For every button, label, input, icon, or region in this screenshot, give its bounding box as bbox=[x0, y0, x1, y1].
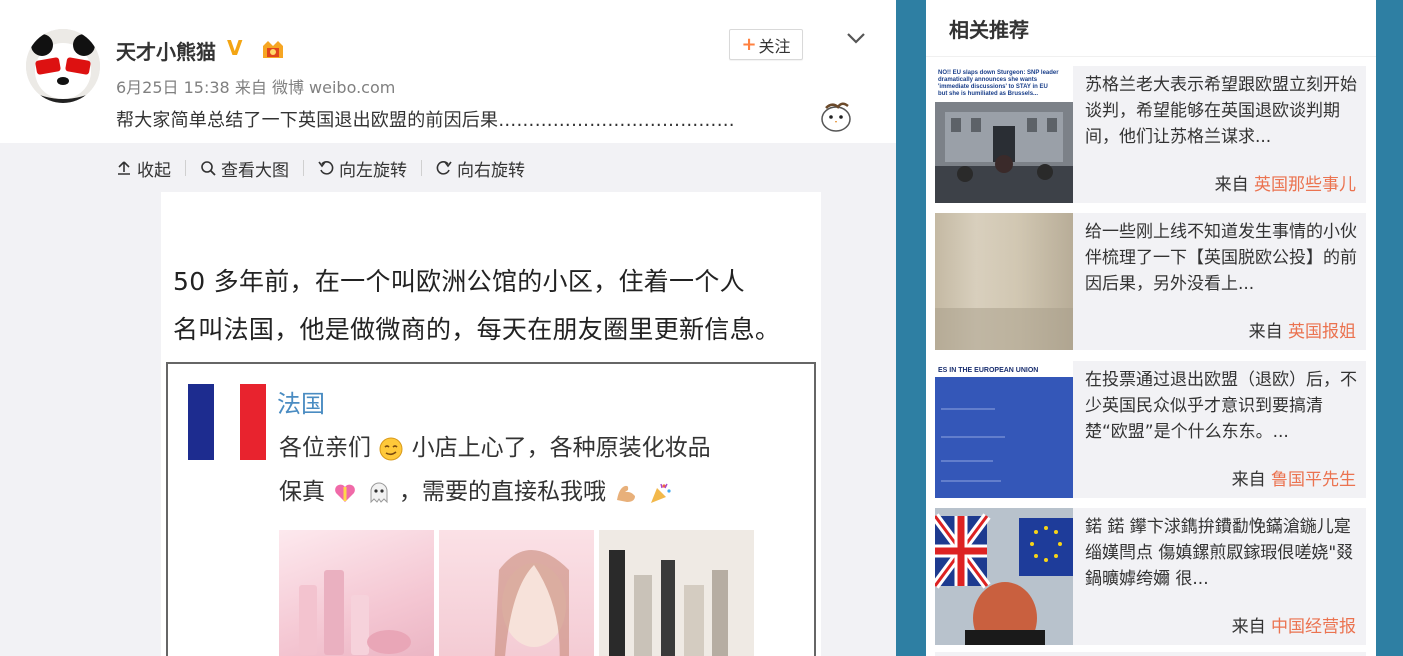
gift-heart-icon bbox=[335, 484, 356, 502]
post-date[interactable]: 6月25日 15:38 bbox=[116, 78, 230, 97]
toolbar-divider bbox=[185, 160, 186, 176]
collapse-icon bbox=[118, 161, 130, 175]
collapse-label: 收起 bbox=[137, 160, 171, 181]
chat-text: 小店上心了，各种原装化妆品 bbox=[411, 435, 711, 461]
france-flag-icon bbox=[188, 384, 266, 460]
source-link[interactable]: 中国经营报 bbox=[1271, 617, 1356, 637]
rotate-left-button[interactable]: 向左旋转 bbox=[318, 156, 407, 181]
recommendation-desc[interactable]: 苏格兰老大表示希望跟欧盟立刻开始谈判，希望能够在英国退欧谈判期间，他们让苏格兰谋… bbox=[1085, 72, 1360, 150]
post-text: 帮大家简单总结了一下英国退出欧盟的前因后果………………………………… bbox=[116, 110, 735, 131]
post-meta: 6月25日 15:38 来自 微博 weibo.com bbox=[116, 74, 395, 98]
svg-text:but she is humiliated as Bruss: but she is humiliated as Brussels... bbox=[938, 91, 1038, 97]
recommendation-desc[interactable]: 鍩 鍩 鑻卞浗鐫拚鐨勫悗鏋滄鍦儿寔缁嫨閆点 傷嫃鏍煎叞鎵瑕佷嗟娆"叕鍋曠嫭绔嬭 … bbox=[1085, 514, 1360, 592]
cosmetics-bottles-icon bbox=[299, 570, 411, 655]
toolbar-divider bbox=[421, 160, 422, 176]
related-sidebar: 相关推荐 NO!! EU slaps down Sturgeon: SNP le… bbox=[926, 0, 1376, 656]
cosmetics-photo bbox=[279, 530, 434, 656]
source-link[interactable]: 英国那些事儿 bbox=[1254, 175, 1356, 195]
svg-text:ES IN THE EUROPEAN UNION: ES IN THE EUROPEAN UNION bbox=[938, 367, 1038, 374]
chat-text: 保真 bbox=[279, 479, 325, 505]
party-popper-icon bbox=[650, 483, 671, 503]
view-large-label: 查看大图 bbox=[221, 160, 289, 181]
source-link[interactable]: 英国报姐 bbox=[1288, 322, 1356, 342]
source-link[interactable]: 鲁国平先生 bbox=[1271, 470, 1356, 490]
follow-button[interactable]: + 关注 bbox=[729, 29, 803, 60]
sidebar-title: 相关推荐 bbox=[949, 18, 1029, 42]
rotate-right-button[interactable]: 向右旋转 bbox=[436, 156, 525, 181]
panda-avatar-icon bbox=[26, 29, 100, 103]
model-photo bbox=[439, 530, 594, 656]
from-label: 来自 bbox=[1231, 617, 1266, 637]
weibo-post: 天才小熊猫 V 6月25日 15:38 来自 微博 weibo.com 帮大家简… bbox=[0, 0, 896, 656]
chevron-down-icon[interactable] bbox=[842, 28, 870, 48]
from-label: 来自 bbox=[234, 78, 267, 97]
image-toolbar: 收起 查看大图 向左旋转 向右旋转 bbox=[116, 155, 525, 181]
member-badge-icon[interactable] bbox=[259, 38, 287, 62]
chat-sender-name: 法国 bbox=[277, 390, 325, 418]
from-label: 来自 bbox=[1248, 322, 1283, 342]
flexed-biceps-icon bbox=[617, 485, 636, 502]
product-photos bbox=[279, 530, 754, 656]
collapse-button[interactable]: 收起 bbox=[116, 156, 171, 181]
post-image[interactable]: 50 多年前，在一个叫欧洲公馆的小区，住着一个人 名叫法国，他是做微商的，每天在… bbox=[161, 192, 821, 656]
svg-text:NO!! EU slaps down Sturgeon: S: NO!! EU slaps down Sturgeon: SNP leader bbox=[938, 70, 1059, 76]
recommendation-source: 来自 中国经营报 bbox=[1232, 612, 1356, 637]
recommendation-source: 来自 鲁国平先生 bbox=[1232, 465, 1356, 490]
recommendation-thumbnail[interactable]: NO!! EU slaps down Sturgeon: SNP leader … bbox=[935, 66, 1073, 203]
recommendation-thumbnail[interactable] bbox=[935, 213, 1073, 350]
recommendation-item[interactable] bbox=[935, 652, 1366, 656]
rotate-left-label: 向左旋转 bbox=[339, 160, 407, 181]
image-text-line: 50 多年前，在一个叫欧洲公馆的小区，住着一个人 bbox=[173, 267, 745, 296]
plus-icon: + bbox=[741, 34, 757, 55]
verified-icon[interactable]: V bbox=[227, 36, 242, 60]
recommendation-item[interactable]: NO!! EU slaps down Sturgeon: SNP leader … bbox=[935, 66, 1366, 203]
divider bbox=[926, 56, 1376, 57]
search-icon bbox=[201, 161, 216, 176]
recommendation-source: 来自 英国报姐 bbox=[1249, 317, 1356, 342]
post-header: 天才小熊猫 V 6月25日 15:38 来自 微博 weibo.com 帮大家简… bbox=[0, 0, 896, 143]
chat-message-line: 保真 ，需要的直接私我哦 bbox=[279, 472, 673, 506]
bird-emoji-icon bbox=[821, 102, 851, 132]
chat-text: ，需要的直接私我哦 bbox=[398, 479, 606, 505]
chat-message-line: 各位亲们 小店上心了，各种原装化妆品 bbox=[279, 428, 711, 462]
recommendation-item[interactable]: 鍩 鍩 鑻卞浗鐫拚鐨勫悗鏋滄鍦儿寔缁嫨閆点 傷嫃鏍煎叞鎵瑕佷嗟娆"叕鍋曠嫭绔嬭 … bbox=[935, 508, 1366, 645]
flags-photo-icon bbox=[935, 508, 1073, 645]
post-source[interactable]: 微博 weibo.com bbox=[272, 78, 395, 97]
recommendation-thumbnail[interactable] bbox=[935, 508, 1073, 645]
products-photo bbox=[599, 530, 754, 656]
view-large-button[interactable]: 查看大图 bbox=[200, 156, 289, 181]
rotate-right-icon bbox=[436, 161, 452, 175]
follow-label: 关注 bbox=[758, 36, 791, 56]
recommendation-source: 来自 英国那些事儿 bbox=[1215, 170, 1356, 195]
recommendation-thumbnail[interactable]: ES IN THE EUROPEAN UNION bbox=[935, 361, 1073, 498]
news-photo-icon: NO!! EU slaps down Sturgeon: SNP leader … bbox=[935, 66, 1073, 203]
image-text-line: 名叫法国，他是做微商的，每天在朋友圈里更新信息。 bbox=[173, 315, 781, 344]
avatar[interactable] bbox=[26, 29, 100, 103]
face-model-icon bbox=[494, 550, 569, 656]
blurred-photo-icon bbox=[935, 308, 1073, 350]
from-label: 来自 bbox=[1231, 470, 1266, 490]
ghost-icon bbox=[370, 482, 388, 503]
recommendation-desc[interactable]: 给一些刚上线不知道发生事情的小伙伴梳理了一下【英国脱欧公投】的前因后果，另外没看… bbox=[1085, 219, 1360, 297]
svg-text:'immediate discussions' to STA: 'immediate discussions' to STAY in EU bbox=[938, 84, 1048, 90]
username[interactable]: 天才小熊猫 bbox=[116, 36, 216, 65]
product-bottles-icon bbox=[609, 550, 728, 656]
from-label: 来自 bbox=[1214, 175, 1249, 195]
chat-frame: 法国 各位亲们 小店上心了，各种原装化妆品 保真 ，需要的直接私我哦 bbox=[166, 362, 816, 656]
rotate-left-icon bbox=[318, 161, 334, 175]
smirk-emoji-icon bbox=[379, 437, 403, 460]
recommendation-desc[interactable]: 在投票通过退出欧盟（退欧）后，不少英国民众似乎才意识到要搞清楚“欧盟”是个什么东… bbox=[1085, 367, 1360, 445]
media-area: 收起 查看大图 向左旋转 向右旋转 50 多年前，在一个叫欧洲公馆的小区，住着一… bbox=[0, 143, 896, 656]
chat-text: 各位亲们 bbox=[279, 435, 371, 461]
toolbar-divider bbox=[303, 160, 304, 176]
recommendation-item[interactable]: 给一些刚上线不知道发生事情的小伙伴梳理了一下【英国脱欧公投】的前因后果，另外没看… bbox=[935, 213, 1366, 350]
svg-text:dramatically announces she wan: dramatically announces she wants bbox=[938, 77, 1038, 83]
eu-infographic-icon: ES IN THE EUROPEAN UNION bbox=[935, 361, 1073, 498]
recommendation-item[interactable]: ES IN THE EUROPEAN UNION 在投票通过退出欧盟（退欧）后，… bbox=[935, 361, 1366, 498]
rotate-right-label: 向右旋转 bbox=[457, 160, 525, 181]
